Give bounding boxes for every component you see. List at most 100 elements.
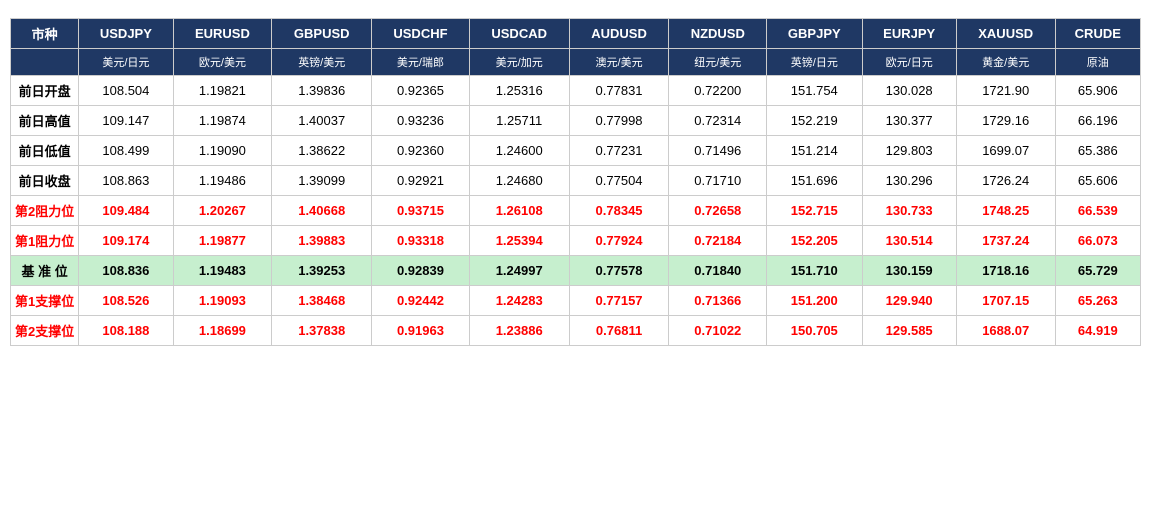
cell-audusd: 0.77231 xyxy=(569,136,669,166)
cell-xauusd: 1729.16 xyxy=(956,106,1055,136)
cell-gbpusd: 1.39883 xyxy=(272,226,372,256)
cell-gbpjpy: 152.205 xyxy=(767,226,862,256)
header-code-usdchf: USDCHF xyxy=(372,19,470,49)
cell-usdcad: 1.24680 xyxy=(469,166,569,196)
cell-gbpjpy: 151.214 xyxy=(767,136,862,166)
header-sub-usdjpy: 美元/日元 xyxy=(79,49,173,76)
cell-gbpusd: 1.40037 xyxy=(272,106,372,136)
table-row: 第1阻力位109.1741.198771.398830.933181.25394… xyxy=(11,226,1141,256)
row-label: 前日开盘 xyxy=(11,76,79,106)
row-label: 前日低值 xyxy=(11,136,79,166)
cell-gbpjpy: 152.715 xyxy=(767,196,862,226)
cell-usdjpy: 109.174 xyxy=(79,226,173,256)
table-row: 前日收盘108.8631.194861.390990.929211.246800… xyxy=(11,166,1141,196)
row-label: 前日收盘 xyxy=(11,166,79,196)
cell-eurusd: 1.20267 xyxy=(173,196,272,226)
cell-eurusd: 1.19090 xyxy=(173,136,272,166)
cell-usdchf: 0.92442 xyxy=(372,286,470,316)
cell-eurusd: 1.19874 xyxy=(173,106,272,136)
cell-eurusd: 1.19821 xyxy=(173,76,272,106)
cell-usdjpy: 108.526 xyxy=(79,286,173,316)
header-code-eurjpy: EURJPY xyxy=(862,19,956,49)
cell-usdchf: 0.93236 xyxy=(372,106,470,136)
cell-usdcad: 1.24600 xyxy=(469,136,569,166)
cell-nzdusd: 0.71366 xyxy=(669,286,767,316)
header-sub-usdcad: 美元/加元 xyxy=(469,49,569,76)
cell-crude: 66.539 xyxy=(1055,196,1140,226)
header-sub-xauusd: 黄金/美元 xyxy=(956,49,1055,76)
header-code-eurusd: EURUSD xyxy=(173,19,272,49)
cell-audusd: 0.78345 xyxy=(569,196,669,226)
cell-gbpusd: 1.39253 xyxy=(272,256,372,286)
cell-nzdusd: 0.71496 xyxy=(669,136,767,166)
header-sub-nzdusd: 纽元/美元 xyxy=(669,49,767,76)
cell-xauusd: 1699.07 xyxy=(956,136,1055,166)
table-row: 前日高值109.1471.198741.400370.932361.257110… xyxy=(11,106,1141,136)
table-row: 第1支撑位108.5261.190931.384680.924421.24283… xyxy=(11,286,1141,316)
cell-usdjpy: 108.504 xyxy=(79,76,173,106)
cell-usdchf: 0.92360 xyxy=(372,136,470,166)
cell-usdjpy: 109.484 xyxy=(79,196,173,226)
cell-gbpusd: 1.38468 xyxy=(272,286,372,316)
header-label-cell: 市种 xyxy=(11,19,79,49)
cell-eurjpy: 129.585 xyxy=(862,316,956,346)
table-body: 前日开盘108.5041.198211.398360.923651.253160… xyxy=(11,76,1141,346)
cell-nzdusd: 0.71022 xyxy=(669,316,767,346)
cell-crude: 66.073 xyxy=(1055,226,1140,256)
table-row: 第2支撑位108.1881.186991.378380.919631.23886… xyxy=(11,316,1141,346)
cell-usdcad: 1.25711 xyxy=(469,106,569,136)
cell-usdcad: 1.25394 xyxy=(469,226,569,256)
cell-gbpusd: 1.40668 xyxy=(272,196,372,226)
cell-audusd: 0.77578 xyxy=(569,256,669,286)
cell-crude: 65.729 xyxy=(1055,256,1140,286)
cell-usdcad: 1.23886 xyxy=(469,316,569,346)
cell-xauusd: 1721.90 xyxy=(956,76,1055,106)
cell-usdjpy: 108.188 xyxy=(79,316,173,346)
header-sub-gbpjpy: 英镑/日元 xyxy=(767,49,862,76)
cell-eurusd: 1.19483 xyxy=(173,256,272,286)
cell-crude: 64.919 xyxy=(1055,316,1140,346)
row-label: 前日高值 xyxy=(11,106,79,136)
cell-xauusd: 1748.25 xyxy=(956,196,1055,226)
cell-audusd: 0.77998 xyxy=(569,106,669,136)
cell-gbpjpy: 151.696 xyxy=(767,166,862,196)
cell-xauusd: 1718.16 xyxy=(956,256,1055,286)
cell-usdchf: 0.92839 xyxy=(372,256,470,286)
cell-xauusd: 1737.24 xyxy=(956,226,1055,256)
cell-audusd: 0.77831 xyxy=(569,76,669,106)
cell-usdcad: 1.26108 xyxy=(469,196,569,226)
cell-xauusd: 1688.07 xyxy=(956,316,1055,346)
cell-eurusd: 1.18699 xyxy=(173,316,272,346)
table-row: 前日低值108.4991.190901.386220.923601.246000… xyxy=(11,136,1141,166)
cell-nzdusd: 0.71710 xyxy=(669,166,767,196)
table-header-codes: 市种 USDJPYEURUSDGBPUSDUSDCHFUSDCADAUDUSDN… xyxy=(11,19,1141,49)
cell-gbpjpy: 151.710 xyxy=(767,256,862,286)
header-sub-eurjpy: 欧元/日元 xyxy=(862,49,956,76)
cell-eurjpy: 130.028 xyxy=(862,76,956,106)
table-row: 前日开盘108.5041.198211.398360.923651.253160… xyxy=(11,76,1141,106)
row-label: 基 准 位 xyxy=(11,256,79,286)
cell-gbpusd: 1.39836 xyxy=(272,76,372,106)
header-code-nzdusd: NZDUSD xyxy=(669,19,767,49)
cell-crude: 65.386 xyxy=(1055,136,1140,166)
cell-nzdusd: 0.72184 xyxy=(669,226,767,256)
cell-crude: 65.263 xyxy=(1055,286,1140,316)
cell-usdjpy: 108.863 xyxy=(79,166,173,196)
header-sub-usdchf: 美元/瑞郎 xyxy=(372,49,470,76)
header-code-xauusd: XAUUSD xyxy=(956,19,1055,49)
data-table: 市种 USDJPYEURUSDGBPUSDUSDCHFUSDCADAUDUSDN… xyxy=(10,18,1141,346)
header-code-usdjpy: USDJPY xyxy=(79,19,173,49)
cell-usdjpy: 109.147 xyxy=(79,106,173,136)
header-code-crude: CRUDE xyxy=(1055,19,1140,49)
header-sub-gbpusd: 英镑/美元 xyxy=(272,49,372,76)
cell-crude: 65.606 xyxy=(1055,166,1140,196)
cell-gbpjpy: 151.754 xyxy=(767,76,862,106)
cell-gbpusd: 1.39099 xyxy=(272,166,372,196)
cell-eurjpy: 130.733 xyxy=(862,196,956,226)
cell-audusd: 0.76811 xyxy=(569,316,669,346)
cell-eurjpy: 129.803 xyxy=(862,136,956,166)
cell-xauusd: 1707.15 xyxy=(956,286,1055,316)
row-label: 第1阻力位 xyxy=(11,226,79,256)
cell-usdcad: 1.24997 xyxy=(469,256,569,286)
cell-xauusd: 1726.24 xyxy=(956,166,1055,196)
